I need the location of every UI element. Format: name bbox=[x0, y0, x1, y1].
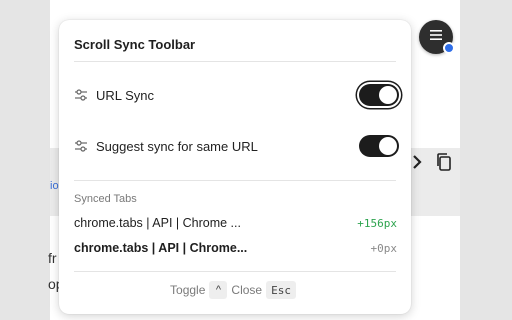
background-link[interactable]: io bbox=[50, 180, 59, 192]
synced-tabs-heading: Synced Tabs bbox=[74, 193, 137, 205]
panel-title: Scroll Sync Toolbar bbox=[74, 37, 196, 52]
copy-icon[interactable] bbox=[435, 152, 453, 172]
divider bbox=[74, 61, 396, 62]
synced-tab-row[interactable]: chrome.tabs | API | Chrome... +0px bbox=[74, 239, 397, 257]
scroll-sync-panel: Scroll Sync Toolbar URL Sync Suggest syn… bbox=[59, 20, 411, 314]
toggle-hint-label: Toggle bbox=[170, 283, 206, 297]
close-shortcut-key: Esc bbox=[266, 281, 296, 299]
code-icon[interactable] bbox=[409, 153, 425, 171]
background-text: fr bbox=[48, 250, 57, 266]
suggest-sync-toggle[interactable] bbox=[359, 135, 399, 157]
synced-tab-title: chrome.tabs | API | Chrome ... bbox=[74, 216, 241, 230]
status-badge bbox=[443, 42, 455, 54]
hamburger-menu-icon bbox=[429, 28, 443, 46]
toggle-shortcut-key: ^ bbox=[209, 281, 228, 299]
sliders-icon bbox=[74, 139, 88, 153]
shortcut-hints: Toggle ^ Close Esc bbox=[59, 279, 411, 301]
url-sync-toggle[interactable] bbox=[359, 84, 399, 106]
toggle-knob bbox=[379, 137, 397, 155]
divider bbox=[74, 271, 396, 272]
synced-tab-offset: +156px bbox=[357, 216, 397, 230]
synced-tab-row[interactable]: chrome.tabs | API | Chrome ... +156px bbox=[74, 214, 397, 232]
synced-tab-title: chrome.tabs | API | Chrome... bbox=[74, 241, 248, 255]
synced-tab-offset: +0px bbox=[370, 241, 398, 255]
sliders-icon bbox=[74, 88, 88, 102]
setting-row-suggest-sync: Suggest sync for same URL bbox=[74, 129, 399, 163]
setting-label: URL Sync bbox=[96, 87, 155, 103]
close-hint-label: Close bbox=[231, 283, 263, 297]
toggle-knob bbox=[379, 86, 397, 104]
setting-label: Suggest sync for same URL bbox=[96, 138, 258, 154]
divider bbox=[74, 180, 396, 181]
setting-row-url-sync: URL Sync bbox=[74, 78, 399, 112]
